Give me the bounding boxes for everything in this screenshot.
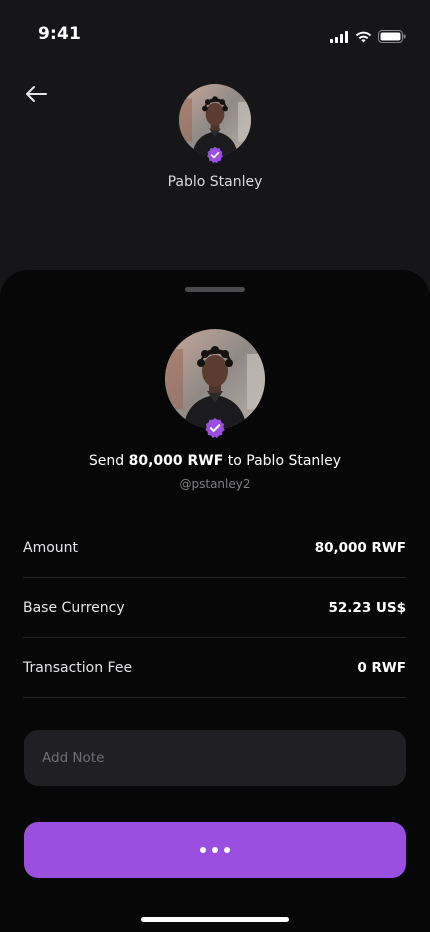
- detail-row-transaction-fee: Transaction Fee 0 RWF: [23, 638, 406, 698]
- note-input[interactable]: [40, 749, 390, 767]
- detail-value: 52.23 US$: [328, 599, 406, 616]
- loading-dots-icon: [200, 847, 230, 853]
- send-amount: 80,000 RWF: [128, 453, 224, 469]
- dot: [224, 847, 230, 853]
- status-time: 9:41: [38, 24, 82, 44]
- home-indicator[interactable]: [141, 917, 289, 922]
- recipient-handle: @pstanley2: [179, 477, 251, 491]
- detail-row-amount: Amount 80,000 RWF: [23, 518, 406, 578]
- verified-badge-icon: [206, 146, 224, 164]
- detail-value: 0 RWF: [357, 659, 406, 676]
- verified-badge-icon: [204, 417, 226, 439]
- recipient-avatar-wrap: [165, 329, 265, 439]
- detail-value: 80,000 RWF: [314, 539, 406, 556]
- send-recipient: Pablo Stanley: [246, 453, 342, 469]
- status-bar: 9:41: [0, 0, 430, 70]
- send-summary: Send 80,000 RWF to Pablo Stanley: [0, 453, 430, 469]
- status-icons: [330, 28, 406, 47]
- detail-label: Base Currency: [23, 599, 125, 616]
- send-prefix: Send: [88, 453, 129, 469]
- transaction-details: Amount 80,000 RWF Base Currency 52.23 US…: [23, 518, 406, 698]
- battery-icon: [378, 28, 406, 47]
- wifi-icon: [355, 28, 372, 47]
- send-button[interactable]: [24, 822, 406, 878]
- avatar[interactable]: [165, 329, 265, 429]
- signal-icon: [330, 28, 349, 47]
- detail-label: Amount: [23, 539, 79, 556]
- confirm-sheet: Send 80,000 RWF to Pablo Stanley @pstanl…: [0, 270, 430, 932]
- header-profile: Pablo Stanley: [0, 84, 430, 190]
- header-name: Pablo Stanley: [167, 174, 263, 190]
- dot: [200, 847, 206, 853]
- sheet-grabber[interactable]: [185, 287, 245, 292]
- header-avatar-wrap: [179, 84, 251, 164]
- send-middle: to: [223, 453, 247, 469]
- detail-row-base-currency: Base Currency 52.23 US$: [23, 578, 406, 638]
- recipient-profile: Send 80,000 RWF to Pablo Stanley @pstanl…: [0, 329, 430, 491]
- note-field[interactable]: [24, 730, 406, 786]
- detail-label: Transaction Fee: [23, 659, 133, 676]
- dot: [212, 847, 218, 853]
